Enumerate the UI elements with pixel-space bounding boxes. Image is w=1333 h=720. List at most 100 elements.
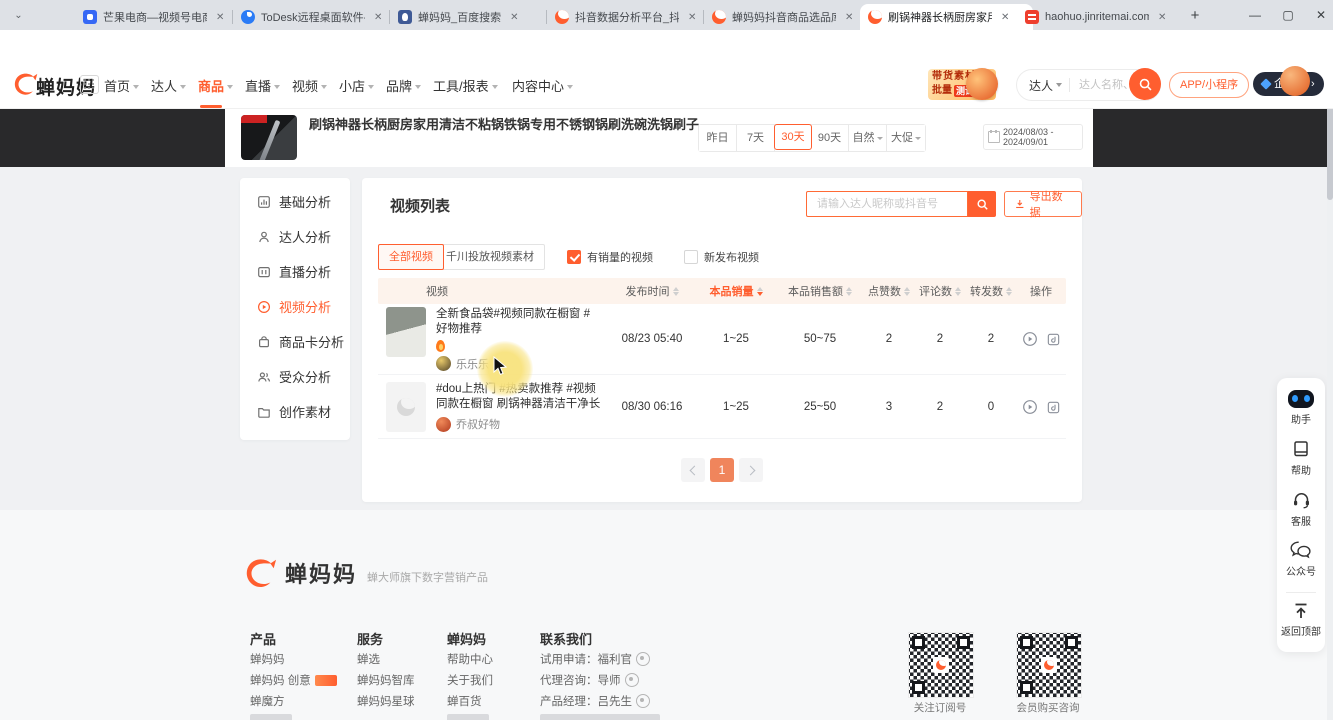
footer-link[interactable]: 蝉妈妈 [250, 651, 285, 667]
table-row[interactable]: #dou上热门 #热卖款推荐 #视频同款在橱窗 刷锅神器清洁干净长柄不锈钢刷锅子… [378, 376, 1066, 438]
new-tab-button[interactable]: + [1180, 4, 1210, 26]
sidebar-item-product-card-analysis[interactable]: 商品卡分析 [240, 324, 350, 359]
list-search-input[interactable] [815, 197, 959, 211]
header-shares[interactable]: 转发数 [966, 283, 1016, 299]
date-range-picker[interactable]: 2024/08/03 - 2024/09/01 [983, 124, 1083, 150]
date-tab-90d[interactable]: 90天 [811, 125, 849, 151]
wechat-official-button[interactable]: 公众号 [1286, 541, 1316, 578]
window-minimize-button[interactable]: — [1240, 4, 1270, 26]
tab-close-icon[interactable]: ✕ [213, 11, 227, 24]
filter-tab-all-videos[interactable]: 全部视频 [378, 244, 444, 270]
footer-link[interactable]: 蝉魔方 [250, 693, 285, 709]
tab-close-icon[interactable]: ✕ [371, 11, 385, 24]
nav-item-live[interactable]: 直播 [245, 76, 280, 95]
browser-tab[interactable]: 蝉妈妈_百度搜索 ✕ [390, 4, 562, 30]
help-button[interactable]: 帮助 [1291, 439, 1311, 477]
wechat-contact-icon[interactable] [636, 694, 650, 708]
sidebar-item-audience-analysis[interactable]: 受众分析 [240, 359, 350, 394]
pagination-prev-button[interactable] [681, 458, 705, 482]
sidebar-item-basic-analysis[interactable]: 基础分析 [240, 184, 350, 219]
filter-checkbox-new-videos[interactable]: 新发布视频 [684, 249, 759, 265]
back-to-top-button[interactable]: 返回顶部 [1281, 602, 1321, 638]
browser-tab[interactable]: 蝉妈妈抖音商品选品库|抖音短视 ✕ [704, 4, 876, 30]
wechat-contact-icon[interactable] [636, 652, 650, 666]
nav-item-content-center[interactable]: 内容中心 [512, 76, 573, 95]
video-thumbnail-placeholder[interactable] [386, 382, 426, 432]
browser-tab[interactable]: 抖音数据分析平台_抖音直播 ✕ [547, 4, 719, 30]
video-title[interactable]: 全新食品袋#视频同款在橱窗 #好物推荐 [436, 307, 601, 337]
assistant-button[interactable]: 助手 [1288, 388, 1314, 426]
nav-item-home[interactable]: 首页 [104, 76, 139, 95]
list-search-button[interactable] [968, 191, 996, 217]
tab-search-chevron-icon[interactable]: ⌄ [10, 7, 27, 24]
app-miniprogram-button[interactable]: APP/小程序 [1169, 72, 1249, 98]
play-video-icon[interactable] [1022, 331, 1038, 347]
browser-tab-active[interactable]: 刷锅神器长柄厨房家用清洁不 ✕ [860, 4, 1033, 30]
footer-link[interactable]: 帮助中心 [447, 651, 493, 667]
nav-item-video[interactable]: 视频 [292, 76, 327, 95]
tab-close-icon[interactable]: ✕ [685, 11, 699, 24]
nav-item-shop[interactable]: 小店 [339, 76, 374, 95]
filter-checkbox-with-sales[interactable]: 有销量的视频 [567, 249, 653, 265]
footer-contact-link[interactable]: 产品经理：吕先生 [540, 693, 650, 709]
nav-item-influencer[interactable]: 达人 [151, 76, 186, 95]
tab-close-icon[interactable]: ✕ [842, 11, 856, 24]
sidebar-item-video-analysis[interactable]: 视频分析 [240, 289, 350, 324]
sort-icon[interactable] [673, 287, 679, 296]
browser-tab[interactable]: 芒果电商—视频号电商玩法全 ✕ [75, 4, 248, 30]
product-title[interactable]: 刷锅神器长柄厨房家用清洁不粘锅铁锅专用不锈钢锅刷洗碗洗锅刷子 [309, 116, 699, 133]
open-douyin-icon[interactable] [1046, 400, 1061, 415]
pagination-next-button[interactable] [739, 458, 763, 482]
window-maximize-button[interactable]: ▢ [1273, 4, 1303, 26]
date-tab-natural[interactable]: 自然 [849, 125, 887, 151]
nav-item-tools[interactable]: 工具/报表 [433, 76, 498, 95]
footer-link[interactable]: 蝉妈妈 创意 [250, 672, 337, 688]
tab-close-icon[interactable]: ✕ [998, 11, 1012, 24]
sort-desc-icon[interactable] [757, 287, 763, 296]
date-tab-yesterday[interactable]: 昨日 [699, 125, 737, 151]
pagination-page-1[interactable]: 1 [710, 458, 734, 482]
filter-tab-qianchuan[interactable]: 千川投放视频素材 [435, 244, 545, 270]
video-thumbnail[interactable] [386, 307, 426, 357]
date-tab-7d[interactable]: 7天 [737, 125, 775, 151]
wechat-contact-icon[interactable] [625, 673, 639, 687]
nav-item-brand[interactable]: 品牌 [386, 76, 421, 95]
sort-icon[interactable] [955, 287, 961, 296]
list-search-box[interactable] [806, 191, 968, 217]
window-close-button[interactable]: ✕ [1306, 4, 1333, 26]
footer-link[interactable]: 蝉妈妈星球 [357, 693, 415, 709]
chanmama-logo-icon[interactable] [12, 71, 38, 102]
apps-grid-icon[interactable] [80, 75, 99, 94]
footer-logo[interactable]: 蝉妈妈 蝉大师旗下数字营销产品 [243, 556, 488, 590]
header-product-sales[interactable]: 本品销量 [696, 283, 776, 299]
sort-icon[interactable] [846, 287, 852, 296]
footer-link[interactable]: 蝉选 [357, 651, 380, 667]
header-likes[interactable]: 点赞数 [864, 283, 914, 299]
search-category-dropdown[interactable]: 达人 [1029, 77, 1062, 94]
customer-service-button[interactable]: 客服 [1291, 490, 1312, 528]
footer-link[interactable]: 蝉百货 [447, 693, 482, 709]
sidebar-item-creative-material[interactable]: 创作素材 [240, 394, 350, 429]
export-data-button[interactable]: 导出数据 [1004, 191, 1082, 217]
date-tab-30d[interactable]: 30天 [774, 124, 812, 150]
product-image[interactable] [241, 115, 297, 160]
date-tab-promo[interactable]: 大促 [887, 125, 925, 151]
header-publish-time[interactable]: 发布时间 [608, 283, 696, 299]
open-douyin-icon[interactable] [1046, 332, 1061, 347]
footer-link[interactable]: 蝉妈妈智库 [357, 672, 415, 688]
tab-close-icon[interactable]: ✕ [1155, 11, 1169, 24]
sidebar-item-influencer-analysis[interactable]: 达人分析 [240, 219, 350, 254]
footer-contact-link[interactable]: 代理咨询：导师 [540, 672, 639, 688]
tab-close-icon[interactable]: ✕ [507, 11, 521, 24]
footer-contact-link[interactable]: 试用申请：福利官 [540, 651, 650, 667]
user-avatar[interactable] [1280, 66, 1310, 96]
browser-tab[interactable]: haohuo.jinritemai.com/ecom ✕ [1017, 4, 1189, 30]
footer-link[interactable]: 关于我们 [447, 672, 493, 688]
header-search-button[interactable] [1129, 68, 1161, 100]
video-author[interactable]: 乔叔好物 [436, 416, 601, 432]
sidebar-item-live-analysis[interactable]: 直播分析 [240, 254, 350, 289]
play-video-icon[interactable] [1022, 399, 1038, 415]
checkbox-unchecked-icon[interactable] [684, 250, 698, 264]
nav-item-product[interactable]: 商品 [198, 76, 233, 95]
header-product-revenue[interactable]: 本品销售额 [776, 283, 864, 299]
